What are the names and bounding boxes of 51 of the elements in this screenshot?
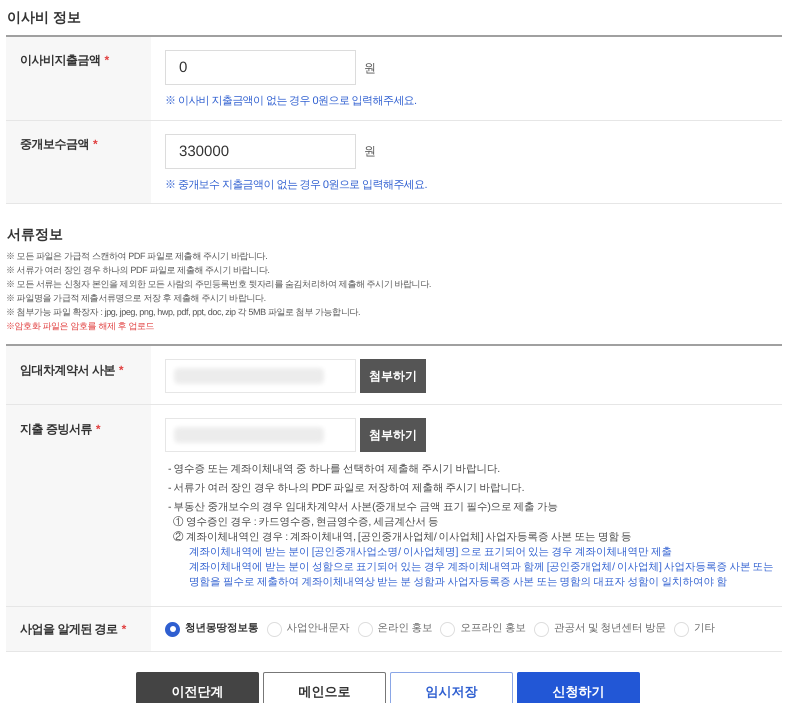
radio-option[interactable]: 온라인 홍보	[358, 621, 432, 637]
radio-icon[interactable]	[440, 622, 456, 636]
radio-icon[interactable]	[165, 622, 180, 636]
section-title: 이사비 정보	[6, 8, 82, 27]
required-mark: *	[104, 52, 109, 69]
field-label: 지출 증빙서류	[20, 421, 92, 438]
guide-text: ① 영수증인 경우 : 카드영수증, 현금영수증, 세금계산서 등	[172, 515, 440, 530]
notice-text: ※암호화 파일은 암호를 해제 후 업로드	[6, 320, 156, 333]
field-label: 사업을 알게된 경로	[20, 621, 118, 638]
radio-icon[interactable]	[674, 622, 690, 636]
unit-label: 원	[364, 143, 376, 160]
notice-text: ※ 모든 파일은 가급적 스캔하여 PDF 파일로 제출해 주시기 바랍니다.	[6, 250, 268, 263]
hint-text: ※ 이사비 지출금액이 없는 경우 0원으로 입력해주세요.	[165, 94, 417, 109]
required-mark: *	[118, 362, 124, 379]
action-button[interactable]: 임시저장	[390, 672, 513, 703]
guide-text: ② 계좌이체내역인 경우 : 계좌이체내역, [공인중개사업체/ 이사업체] 사업자등록증 사본 또는 명함 등	[172, 530, 633, 545]
file-field[interactable]	[165, 418, 356, 452]
required-mark: *	[96, 421, 100, 438]
required-mark: *	[122, 621, 126, 638]
action-button[interactable]: 메인으로	[263, 672, 386, 703]
field-label: 임대차계약서 사본	[20, 362, 115, 379]
guide-text: - 서류가 여러 장인 경우 하나의 PDF 파일로 저장하여 제출해 주시기 바랍니다.	[167, 481, 526, 496]
radio-icon[interactable]	[358, 622, 372, 636]
radio-option[interactable]: 사업안내문자	[266, 621, 350, 637]
radio-icon[interactable]	[534, 622, 549, 636]
field-label: 중개보수금액	[20, 136, 89, 152]
file-field[interactable]	[165, 359, 356, 393]
guide-text: - 영수증 또는 계좌이체내역 중 하나를 선택하여 제출해 주시기 바랍니다.	[167, 462, 501, 477]
notice-text: ※ 첨부가능 파일 확장자 : jpg, jpeg, png, hwp, pdf, ppt, doc, zip 각 5MB 파일로 첨부 가능합니다.	[6, 306, 362, 319]
unit-label: 원	[364, 60, 376, 76]
radio-option[interactable]: 오프라인 홍보	[440, 621, 526, 637]
guide-text: - 부동산 중개보수의 경우 임대차계약서 사본(중개보수 금액 표기 필수)으로 제출 가능	[167, 500, 560, 515]
notice-text: ※ 모든 서류는 신청자 본인을 제외한 모든 사람의 주민등록번호 뒷자리를 숨김처리하여 제출해 주시기 바랍니다.	[6, 278, 432, 291]
guide-text: 계좌이체내역에 받는 분이 [공인중개사업소명/ 이사업체명] 으로 표기되어 있는 경우 계좌이체내역만 제출	[188, 545, 673, 560]
notice-text: ※ 파일명을 가급적 제출서류명으로 저장 후 제출해 주시기 바랍니다.	[6, 292, 267, 305]
attach-button[interactable]: 첨부하기	[360, 359, 426, 393]
required-mark: *	[93, 136, 98, 152]
section-title: 서류정보	[6, 225, 64, 244]
radio-option[interactable]: 기타	[674, 621, 716, 637]
radio-option[interactable]: 청년몽땅정보통	[165, 621, 258, 637]
action-button[interactable]: 이전단계	[136, 672, 259, 703]
hint-text: ※ 중개보수 지출금액이 없는 경우 0원으로 입력해주세요.	[165, 178, 427, 192]
attach-button[interactable]: 첨부하기	[360, 418, 426, 452]
guide-text: 계좌이체내역에 받는 분이 성함으로 표기되어 있는 경우 계좌이체내역과 함께 [공인중개업체/ 이사업체] 사업자등록증 사본 또는 명함을 필수로 제출하여 계좌이체내역상 받는 분 성함과 사업자등록증 사본 또는 명함의 대표자 성함이 일치하여야 함	[188, 560, 775, 590]
action-button[interactable]: 신청하기	[517, 672, 640, 703]
amount-input[interactable]: 330000	[165, 134, 356, 168]
radio-icon[interactable]	[266, 622, 282, 636]
notice-text: ※ 서류가 여러 장인 경우 하나의 PDF 파일로 제출해 주시기 바랍니다.	[6, 264, 271, 277]
field-label: 이사비지출금액	[20, 52, 100, 69]
amount-input[interactable]: 0	[165, 50, 356, 85]
radio-option[interactable]: 관공서 및 청년센터 방문	[534, 621, 666, 637]
